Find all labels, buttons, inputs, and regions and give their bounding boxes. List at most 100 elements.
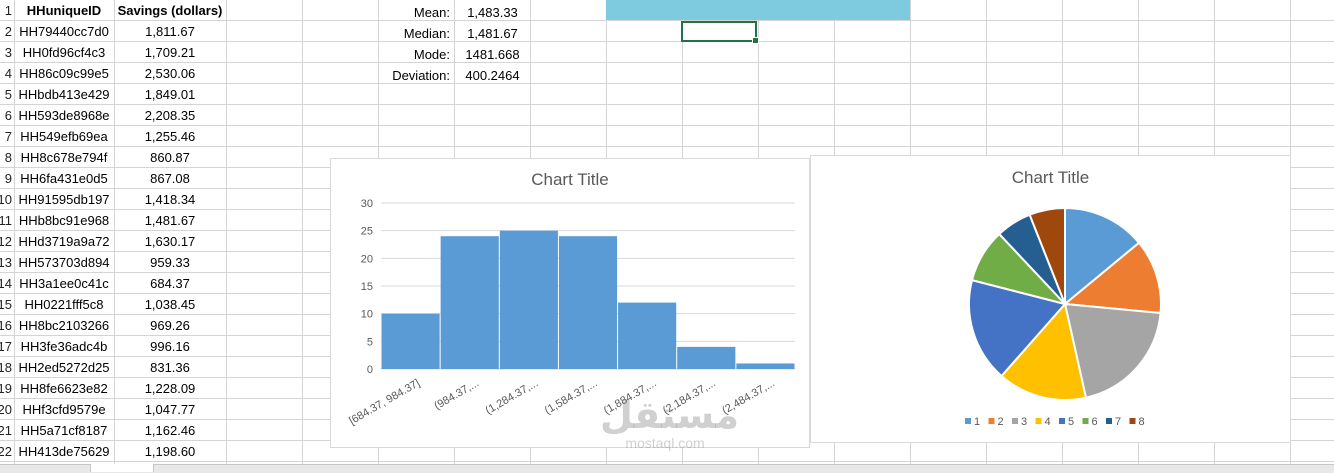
row-number[interactable]: 6 (0, 105, 12, 126)
row-number[interactable]: 11 (0, 210, 12, 231)
cell-id[interactable]: HH79440cc7d0 (14, 21, 114, 42)
cell-id[interactable]: HH0fd96cf4c3 (14, 42, 114, 63)
row-number[interactable]: 18 (0, 357, 12, 378)
row-number[interactable]: 16 (0, 315, 12, 336)
histogram-bar[interactable] (440, 236, 499, 369)
cell-id[interactable]: HHd3719a9a72 (14, 231, 114, 252)
row-number[interactable]: 13 (0, 252, 12, 273)
row-number[interactable]: 22 (0, 441, 12, 462)
selected-cell[interactable] (681, 21, 759, 44)
cell-id[interactable]: HH8c678e794f (14, 147, 114, 168)
cell-savings[interactable]: 860.87 (115, 147, 225, 168)
y-tick-label: 0 (367, 364, 373, 376)
row-number[interactable]: 17 (0, 336, 12, 357)
row-number[interactable]: 21 (0, 420, 12, 441)
cell-savings[interactable]: 969.26 (115, 315, 225, 336)
histogram-bar[interactable] (499, 230, 558, 369)
row-number[interactable]: 2 (0, 21, 12, 42)
cell-id[interactable]: HH3fe36adc4b (14, 336, 114, 357)
cell-savings[interactable]: 1,198.60 (115, 441, 225, 462)
cell-savings[interactable]: 996.16 (115, 336, 225, 357)
cell-savings[interactable]: 1,038.45 (115, 294, 225, 315)
legend-label: 7 (1115, 416, 1121, 428)
row-number[interactable]: 5 (0, 84, 12, 105)
row-number[interactable]: 1 (0, 0, 12, 21)
legend-label: 3 (1021, 416, 1027, 428)
x-category-label: [684.37, 984.37] (347, 377, 422, 427)
cell-id[interactable]: HH86c09c99e5 (14, 63, 114, 84)
cell-savings[interactable]: 867.08 (115, 168, 225, 189)
row-number[interactable]: 3 (0, 42, 12, 63)
cell-id[interactable]: HH549efb69ea (14, 126, 114, 147)
row-number[interactable]: 14 (0, 273, 12, 294)
cell-id[interactable]: HH8fe6623e82 (14, 378, 114, 399)
fill-handle[interactable] (752, 37, 759, 44)
cell-savings[interactable]: 684.37 (115, 273, 225, 294)
cell-id[interactable]: HHf3cfd9579e (14, 399, 114, 420)
cell-savings[interactable]: 1,811.67 (115, 21, 225, 42)
row-number[interactable]: 15 (0, 294, 12, 315)
cell-id[interactable]: HHbdb413e429 (14, 84, 114, 105)
row-number[interactable]: 7 (0, 126, 12, 147)
x-category-label: (1,284.37,... (484, 377, 541, 417)
cell-savings[interactable]: 2,208.35 (115, 105, 225, 126)
stat-value[interactable]: 1,481.67 (455, 23, 530, 44)
cell-savings[interactable]: 1,481.67 (115, 210, 225, 231)
cell-id[interactable]: HH6fa431e0d5 (14, 168, 114, 189)
cell-id[interactable]: HH91595db197 (14, 189, 114, 210)
histogram-bar[interactable] (736, 363, 795, 369)
cell-savings[interactable]: 1,709.21 (115, 42, 225, 63)
stat-label[interactable]: Mean: (378, 2, 450, 23)
pie-chart[interactable]: Chart Title 12345678 (810, 155, 1291, 443)
cell-savings[interactable]: 2,530.06 (115, 63, 225, 84)
stat-label[interactable]: Mode: (378, 44, 450, 65)
cell-id[interactable]: HH5a71cf8187 (14, 420, 114, 441)
histogram-bar[interactable] (558, 236, 618, 369)
histogram-bar[interactable] (618, 302, 677, 369)
cell-id[interactable]: HHb8bc91e968 (14, 210, 114, 231)
cell-savings[interactable]: 1,047.77 (115, 399, 225, 420)
y-tick-label: 25 (361, 226, 373, 238)
cell-savings[interactable]: 1,255.46 (115, 126, 225, 147)
histogram-bar[interactable] (381, 313, 440, 369)
legend-label: 8 (1139, 416, 1145, 428)
cell-id[interactable]: HH0221fff5c8 (14, 294, 114, 315)
cell-id[interactable]: HH593de8968e (14, 105, 114, 126)
histogram-bar[interactable] (677, 346, 736, 369)
cell-savings[interactable]: 1,162.46 (115, 420, 225, 441)
header-hhuniqueid[interactable]: HHuniqueID (14, 0, 114, 21)
stat-value[interactable]: 1,483.33 (455, 2, 530, 23)
y-tick-label: 30 (361, 198, 373, 210)
row-number[interactable]: 20 (0, 399, 12, 420)
header-savings[interactable]: Savings (dollars) (115, 0, 225, 21)
row-number[interactable]: 19 (0, 378, 12, 399)
cell-id[interactable]: HH573703d894 (14, 252, 114, 273)
cell-savings[interactable]: 831.36 (115, 357, 225, 378)
cell-id[interactable]: HH2ed5272d25 (14, 357, 114, 378)
cell-savings[interactable]: 959.33 (115, 252, 225, 273)
row-number[interactable]: 8 (0, 147, 12, 168)
x-category-label: (1,584.37,... (543, 377, 600, 417)
row-number[interactable]: 12 (0, 231, 12, 252)
cell-savings[interactable]: 1,849.01 (115, 84, 225, 105)
stat-value[interactable]: 400.2464 (455, 65, 530, 86)
cell-id[interactable]: HH413de75629 (14, 441, 114, 462)
y-tick-label: 20 (361, 253, 373, 265)
row-number[interactable]: 9 (0, 168, 12, 189)
sheet-tab[interactable] (90, 464, 154, 472)
cell-savings[interactable]: 1,630.17 (115, 231, 225, 252)
cell-id[interactable]: HH8bc2103266 (14, 315, 114, 336)
row-number[interactable]: 4 (0, 63, 12, 84)
cell-id[interactable]: HH3a1ee0c41c (14, 273, 114, 294)
row-number[interactable]: 10 (0, 189, 12, 210)
legend-swatch (1035, 418, 1042, 424)
legend-label: 5 (1068, 416, 1074, 428)
cell-savings[interactable]: 1,228.09 (115, 378, 225, 399)
stat-label[interactable]: Deviation: (378, 65, 450, 86)
stat-label[interactable]: Median: (378, 23, 450, 44)
legend-swatch (1106, 418, 1112, 424)
legend-swatch (965, 418, 971, 424)
cell-savings[interactable]: 1,418.34 (115, 189, 225, 210)
y-tick-label: 15 (361, 281, 373, 293)
stat-value[interactable]: 1481.668 (455, 44, 530, 65)
